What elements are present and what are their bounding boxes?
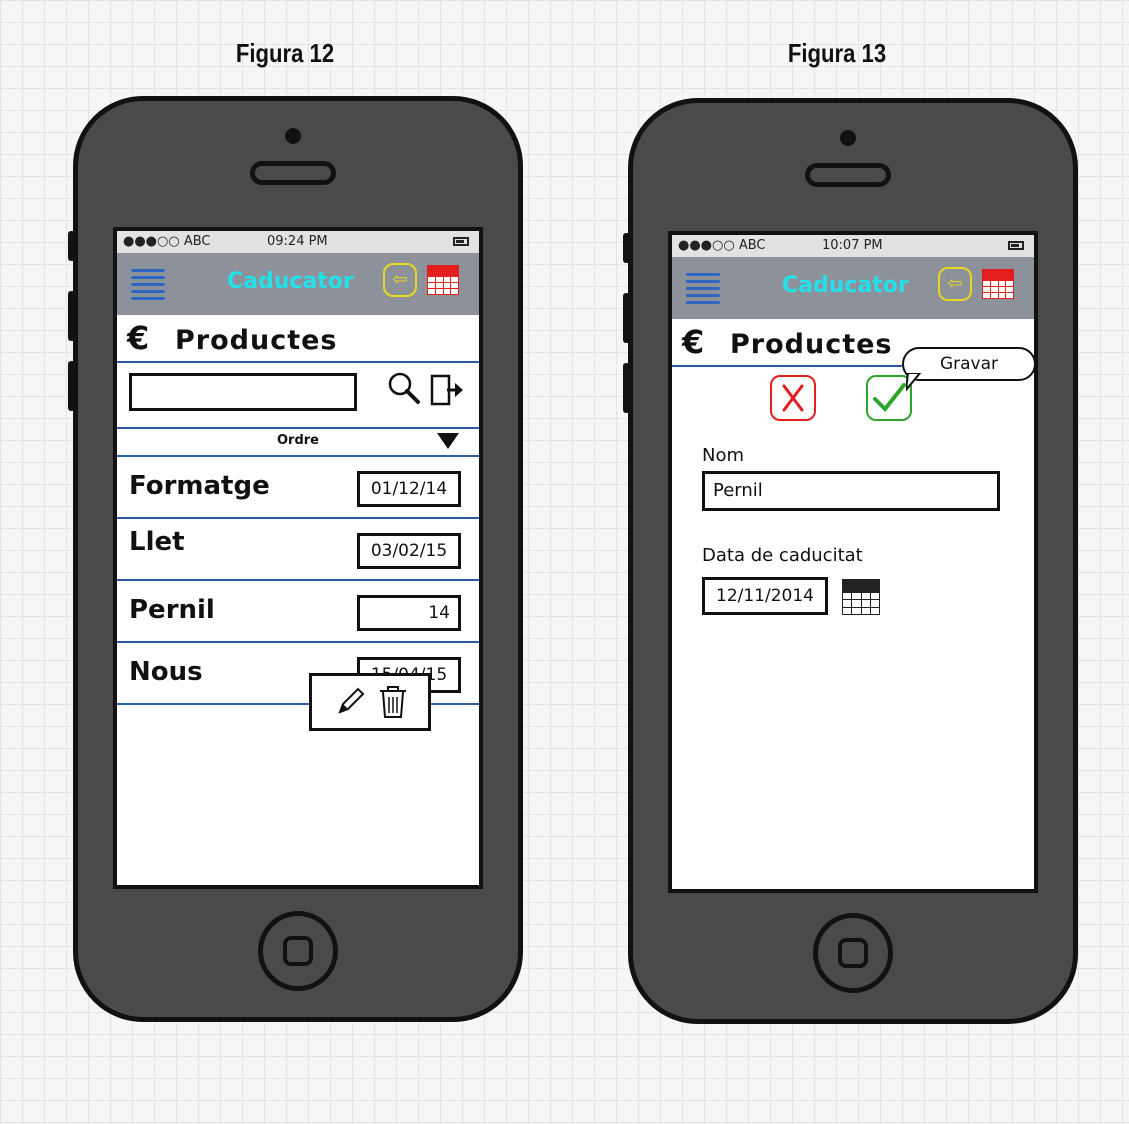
camera <box>285 128 301 144</box>
side-button <box>68 231 75 261</box>
list-item[interactable]: Formatge 01/12/14 <box>117 457 479 517</box>
side-button <box>623 233 630 263</box>
expiry-date-field[interactable]: 12/11/2014 <box>702 577 828 615</box>
list-item[interactable]: Pernil 14 <box>117 581 479 641</box>
date-picker-icon[interactable] <box>842 579 880 615</box>
product-name: Pernil <box>129 595 215 625</box>
back-button[interactable]: ⇦ <box>938 267 972 301</box>
order-dropdown[interactable]: Ordre <box>117 429 479 455</box>
search-input[interactable] <box>129 373 357 411</box>
expiry-date-label: Data de caducitat <box>702 545 863 566</box>
phone-frame-2: ●●●○○ ABC 10:07 PM Caducator ⇦ € Product… <box>623 98 1078 1024</box>
calendar-icon[interactable] <box>427 265 459 295</box>
euro-icon: € <box>127 319 150 357</box>
home-square-icon <box>283 936 313 966</box>
side-button <box>68 291 75 341</box>
status-bar: ●●●○○ ABC 09:24 PM <box>117 231 479 253</box>
product-name: Nous <box>129 657 203 687</box>
figure-13-title: Figura 13 <box>787 38 887 68</box>
search-row <box>117 363 479 427</box>
save-tooltip: Gravar <box>902 347 1034 381</box>
battery-icon <box>453 237 469 246</box>
speaker <box>805 163 891 187</box>
section-header: € Productes <box>117 315 479 361</box>
carrier-label: ●●●○○ ABC <box>123 234 211 249</box>
close-icon <box>782 384 804 412</box>
home-button[interactable] <box>813 913 893 993</box>
camera <box>840 130 856 146</box>
status-time: 09:24 PM <box>267 234 328 249</box>
phone-frame-1: ●●●○○ ABC 09:24 PM Caducator ⇦ € Product… <box>68 96 523 1022</box>
name-field[interactable]: Pernil <box>702 471 1000 511</box>
product-name: Formatge <box>129 471 270 501</box>
checkmark-icon <box>873 383 906 413</box>
status-bar: ●●●○○ ABC 10:07 PM <box>672 235 1034 257</box>
nav-bar: Caducator ⇦ <box>117 253 479 315</box>
dropdown-arrow-icon <box>437 433 459 449</box>
app-title: Caducator <box>227 269 354 294</box>
section-title: Productes <box>175 325 338 356</box>
status-time: 10:07 PM <box>822 238 883 253</box>
edit-icon[interactable] <box>334 686 366 718</box>
tooltip-tail <box>906 373 922 391</box>
home-square-icon <box>838 938 868 968</box>
nav-bar: Caducator ⇦ <box>672 257 1034 319</box>
order-label: Ordre <box>277 433 319 448</box>
app-title: Caducator <box>782 273 909 298</box>
name-label: Nom <box>702 445 745 466</box>
side-button <box>68 361 75 411</box>
home-button[interactable] <box>258 911 338 991</box>
speaker <box>250 161 336 185</box>
trash-icon[interactable] <box>378 684 408 720</box>
back-arrow-icon: ⇦ <box>947 273 963 294</box>
section-title: Productes <box>730 329 893 360</box>
battery-icon <box>1008 241 1024 250</box>
back-arrow-icon: ⇦ <box>392 269 408 290</box>
product-date: 14 <box>357 595 461 631</box>
back-button[interactable]: ⇦ <box>383 263 417 297</box>
figure-12-title: Figura 12 <box>235 38 335 68</box>
hamburger-menu-icon[interactable] <box>686 269 720 305</box>
product-date: 01/12/14 <box>357 471 461 507</box>
calendar-icon[interactable] <box>982 269 1014 299</box>
cancel-button[interactable] <box>770 375 816 421</box>
euro-icon: € <box>682 323 705 361</box>
search-icon[interactable] <box>387 371 421 405</box>
screen-productes-edit: ●●●○○ ABC 10:07 PM Caducator ⇦ € Product… <box>668 231 1038 893</box>
context-menu <box>309 673 431 731</box>
logout-icon[interactable] <box>429 373 465 407</box>
hamburger-menu-icon[interactable] <box>131 265 165 301</box>
product-name: Llet <box>129 527 185 557</box>
carrier-label: ●●●○○ ABC <box>678 238 766 253</box>
side-button <box>623 293 630 343</box>
side-button <box>623 363 630 413</box>
list-item[interactable]: Llet 03/02/15 <box>117 519 479 579</box>
screen-productes-list: ●●●○○ ABC 09:24 PM Caducator ⇦ € Product… <box>113 227 483 889</box>
product-date: 03/02/15 <box>357 533 461 569</box>
